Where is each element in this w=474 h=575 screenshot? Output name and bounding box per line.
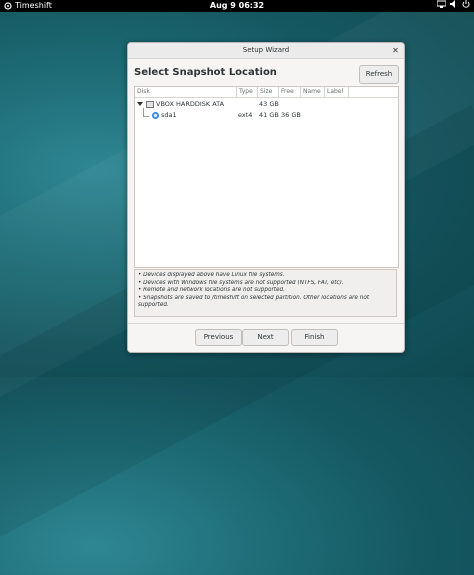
- setup-wizard-dialog: Setup Wizard ✕ Select Snapshot Location …: [127, 42, 405, 353]
- dialog-title: Setup Wizard: [242, 46, 290, 54]
- clock[interactable]: Aug 9 06:32: [0, 0, 474, 12]
- volume-icon: [450, 0, 458, 12]
- note-line: • Devices displayed above have Linux fil…: [138, 272, 285, 278]
- disk-table: Disk Type Size Free Name Label VBOX HARD…: [134, 86, 399, 268]
- expander-icon[interactable]: [137, 102, 143, 106]
- network-icon: [436, 0, 447, 12]
- close-icon[interactable]: ✕: [391, 46, 400, 55]
- page-title: Select Snapshot Location: [134, 67, 277, 78]
- power-icon: [462, 0, 470, 12]
- partition-name: sda1: [161, 111, 177, 119]
- disk-size: 43 GB: [259, 100, 279, 108]
- column-header-type[interactable]: Type: [237, 87, 258, 97]
- partition-free: 36 GB: [281, 111, 301, 119]
- table-header: Disk Type Size Free Name Label: [135, 87, 398, 98]
- system-tray[interactable]: [436, 0, 470, 12]
- top-bar: Timeshift Aug 9 06:32: [0, 0, 474, 12]
- note-line: • Devices with Windows file systems are …: [138, 279, 344, 286]
- column-header-free[interactable]: Free: [279, 87, 301, 97]
- table-row-partition[interactable]: sda1 ext4 41 GB 36 GB: [135, 110, 398, 121]
- note-line: • Snapshots are saved to /timeshift on s…: [138, 294, 370, 301]
- partition-type: ext4: [238, 111, 253, 119]
- dialog-titlebar[interactable]: Setup Wizard ✕: [128, 43, 404, 59]
- column-header-disk[interactable]: Disk: [135, 87, 237, 97]
- column-header-size[interactable]: Size: [258, 87, 279, 97]
- disk-name: VBOX HARDDISK ATA: [156, 100, 225, 108]
- next-button[interactable]: Next: [242, 329, 289, 346]
- notes-box: • Devices displayed above have Linux fil…: [134, 269, 397, 317]
- partition-size: 41 GB: [259, 111, 279, 119]
- finish-button[interactable]: Finish: [291, 329, 338, 346]
- refresh-button[interactable]: Refresh: [359, 65, 399, 84]
- harddisk-icon: [146, 100, 154, 108]
- footer-divider: [128, 323, 404, 324]
- table-row-disk[interactable]: VBOX HARDDISK ATA 43 GB: [135, 99, 398, 110]
- previous-button[interactable]: Previous: [195, 329, 242, 346]
- radio-button[interactable]: [152, 111, 159, 119]
- column-header-name[interactable]: Name: [301, 87, 325, 97]
- column-header-label[interactable]: Label: [325, 87, 349, 97]
- note-line: • Remote and network locations are not s…: [138, 287, 285, 293]
- note-line: supported.: [138, 302, 169, 308]
